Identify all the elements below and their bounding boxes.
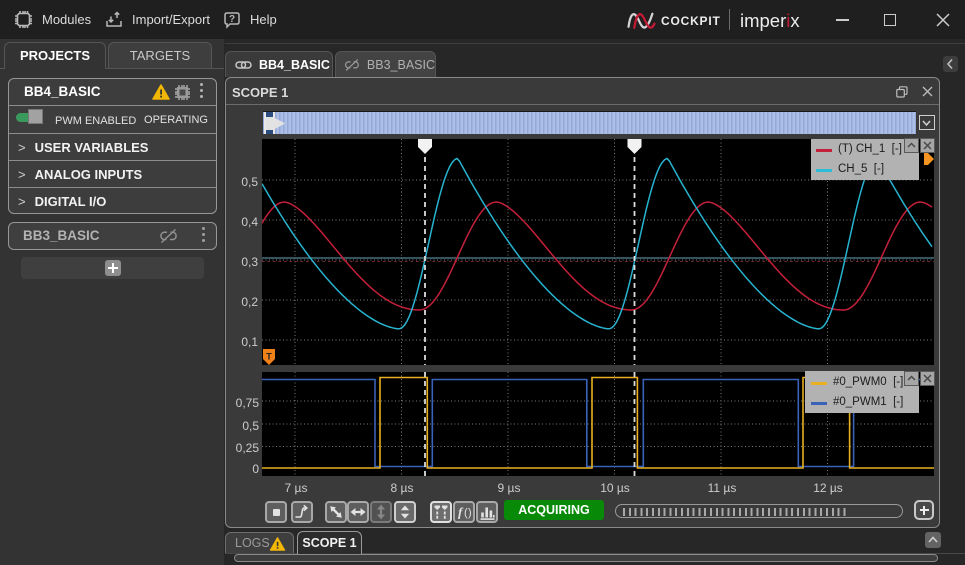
svg-text:): ) — [468, 507, 472, 519]
svg-text:T: T — [266, 352, 272, 362]
svg-text:?: ? — [229, 14, 235, 25]
